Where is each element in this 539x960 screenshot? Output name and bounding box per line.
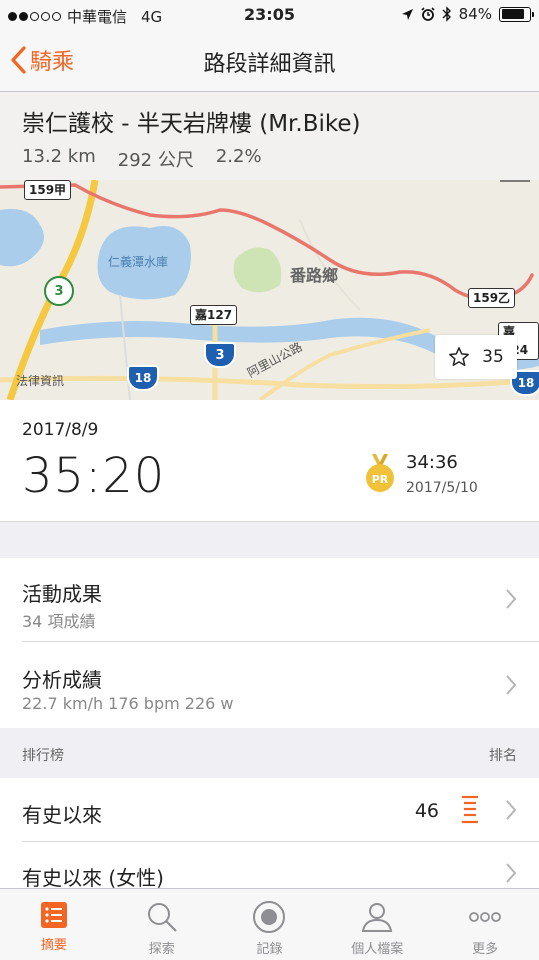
- map-label-jia127: 嘉127: [190, 305, 238, 325]
- segment-distance: 13.2 km: [22, 146, 96, 167]
- status-bar: 中華電信 4G 23:05 84%: [0, 0, 539, 30]
- location-arrow-icon: [401, 8, 413, 20]
- analysis-subtitle: 22.7 km/h 176 bpm 226 w: [22, 694, 234, 713]
- provincial-shield-3-icon: 3: [44, 276, 74, 306]
- leaderboard-header: 排行榜 排名: [0, 728, 539, 778]
- tab-label: 記錄: [256, 942, 283, 957]
- analysis-title: 分析成績: [22, 668, 102, 692]
- leaderboard-title: 排行榜: [22, 748, 64, 764]
- effort-date: 2017/8/9: [22, 420, 99, 440]
- pr-time: 34:36: [406, 452, 458, 473]
- tab-summary[interactable]: 摘要: [0, 889, 108, 960]
- segment-elevation: 292 公尺: [117, 150, 194, 171]
- chevron-right-icon: [506, 675, 517, 695]
- profile-icon: [362, 903, 393, 932]
- achievements-row[interactable]: 活動成果 34 項成績: [0, 558, 539, 642]
- rank-column-header: 排名: [489, 748, 517, 764]
- map-label-reservoir: 仁義潭水庫: [108, 255, 169, 269]
- segment-header: 崇仁護校 - 半天岩牌樓 (Mr.Bike) 13.2 km 292 公尺 2.…: [0, 92, 539, 180]
- tab-label: 個人檔案: [351, 942, 404, 957]
- star-segment-button[interactable]: 35: [435, 335, 517, 379]
- bluetooth-icon: [442, 6, 451, 22]
- tab-more[interactable]: 更多: [431, 889, 539, 960]
- battery-percent: 84%: [458, 5, 492, 23]
- search-icon: [147, 903, 177, 932]
- battery-icon: [499, 6, 534, 22]
- tab-label: 探索: [148, 942, 175, 957]
- more-icon: [469, 912, 501, 922]
- star-icon: [449, 347, 470, 366]
- star-count: 35: [482, 347, 504, 367]
- effort-time: 35:20: [22, 448, 166, 504]
- all-time-rank: 46: [414, 800, 439, 822]
- map-label-township: 番路鄉: [290, 266, 339, 285]
- pr-date: 2017/5/10: [406, 480, 478, 496]
- alarm-icon: [421, 7, 435, 21]
- all-time-label: 有史以來: [22, 803, 102, 827]
- tab-bar: 摘要 探索 記錄 個人檔案 更多: [0, 888, 539, 960]
- section-gap: [0, 522, 539, 558]
- map-park: [233, 247, 282, 293]
- rank-bars-icon: [462, 795, 478, 824]
- map-label-159jia: 159甲: [24, 180, 72, 200]
- all-time-women-label: 有史以來 (女性): [22, 866, 164, 888]
- chevron-right-icon: [506, 863, 517, 883]
- chevron-right-icon: [506, 589, 517, 609]
- navigation-bar: 騎乘 路段詳細資訊: [0, 30, 539, 92]
- list-icon: [40, 902, 67, 928]
- map-label-law: 法律資訊: [16, 374, 65, 388]
- segment-grade: 2.2%: [215, 146, 262, 167]
- national-shield-18a-icon: 18: [127, 365, 159, 391]
- tab-label: 摘要: [40, 938, 67, 953]
- record-icon: [253, 901, 286, 933]
- leaderboard-all-time-women-row[interactable]: 有史以來 (女性): [0, 842, 539, 888]
- effort-summary: 2017/8/9 35:20 PR 34:36 2017/5/10: [0, 400, 539, 522]
- achievements-title: 活動成果: [22, 582, 102, 606]
- page-title: 路段詳細資訊: [203, 52, 336, 77]
- tab-profile[interactable]: 個人檔案: [323, 889, 431, 960]
- map-water-west: [0, 209, 44, 267]
- segment-map[interactable]: 159甲 仁義潭水庫 番路鄉 159乙 嘉127 嘉124 阿里山公路 法律資訊…: [0, 180, 539, 400]
- tab-label: 更多: [472, 942, 499, 957]
- chevron-right-icon: [506, 800, 517, 820]
- segment-stats: 13.2 km 292 公尺 2.2%: [22, 146, 517, 172]
- achievements-subtitle: 34 項成績: [22, 612, 96, 631]
- map-label-159yi: 159乙: [468, 288, 516, 308]
- tab-record[interactable]: 記錄: [216, 889, 324, 960]
- national-shield-3-icon: 3: [204, 342, 236, 368]
- leaderboard-all-time-row[interactable]: 有史以來 46: [0, 778, 539, 842]
- pr-badge-text: PR: [372, 473, 389, 486]
- segment-name: 崇仁護校 - 半天岩牌樓 (Mr.Bike): [22, 111, 361, 137]
- analysis-row[interactable]: 分析成績 22.7 km/h 176 bpm 226 w: [0, 642, 539, 728]
- pr-medal-icon: PR: [364, 454, 396, 498]
- tab-explore[interactable]: 探索: [108, 889, 216, 960]
